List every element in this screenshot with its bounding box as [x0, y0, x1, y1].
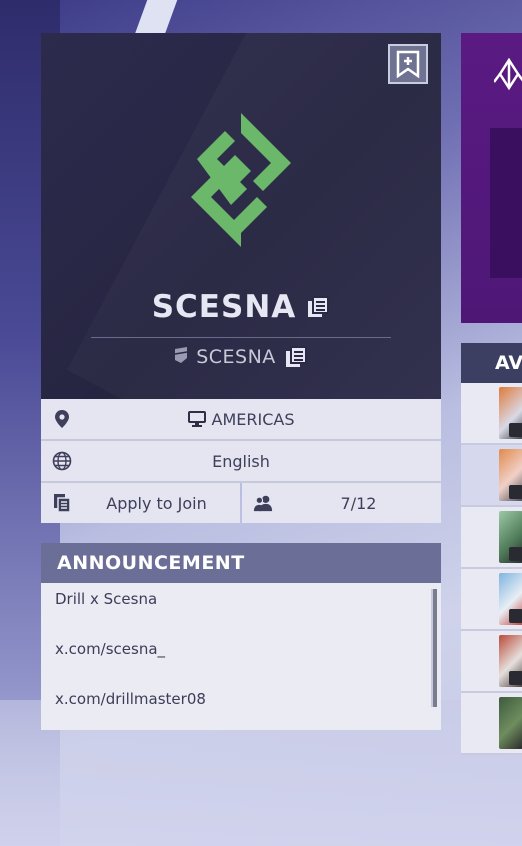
announcement-line: x.com/scesna_ [55, 640, 166, 658]
list-item[interactable] [461, 383, 522, 445]
level-badge [509, 547, 522, 561]
level-badge [509, 609, 522, 623]
player-avatar [499, 697, 522, 749]
level-badge [509, 671, 522, 685]
bookmark-add-button[interactable] [388, 44, 428, 84]
level-badge [509, 485, 522, 499]
members-count: 7/12 [242, 483, 441, 523]
region-row: AMERICAS [41, 399, 441, 441]
name-divider [91, 337, 391, 338]
list-item[interactable] [461, 569, 522, 631]
level-badge [509, 423, 522, 437]
list-item[interactable] [461, 507, 522, 569]
monitor-icon [187, 411, 206, 427]
side-banner [461, 33, 522, 323]
globe-icon [52, 451, 72, 471]
region-value: AMERICAS [211, 409, 295, 429]
announcement-scrollbar[interactable] [431, 589, 437, 707]
clan-name: SCESNA [151, 289, 297, 325]
join-members-row: Apply to Join 7/12 [41, 483, 441, 523]
clan-card: SCESNA SCESNA [41, 33, 441, 399]
available-header: AVA [461, 343, 522, 383]
valorant-logo-icon [494, 58, 522, 91]
clan-logo [191, 113, 291, 247]
list-item[interactable] [461, 631, 522, 693]
available-title: AVA [495, 352, 522, 374]
copy-tag-icon[interactable] [284, 345, 308, 369]
document-icon [54, 494, 71, 513]
bookmark-plus-icon [396, 50, 420, 78]
available-list [461, 383, 522, 755]
tag-shield-icon [174, 346, 188, 368]
language-value: English [212, 451, 270, 471]
members-icon [253, 495, 273, 512]
language-row: English [41, 441, 441, 483]
announcement-body[interactable]: Drill x Scesna x.com/scesna_ x.com/drill… [41, 583, 441, 730]
apply-to-join-button[interactable]: Apply to Join [41, 483, 240, 523]
announcement-header: ANNOUNCEMENT [41, 543, 441, 583]
copy-name-icon[interactable] [306, 295, 330, 319]
announcement-line: x.com/drillmaster08 [55, 690, 206, 708]
location-pin-icon [55, 410, 69, 428]
side-banner-inner [490, 128, 522, 278]
announcement-title: ANNOUNCEMENT [57, 552, 245, 574]
list-item[interactable] [461, 693, 522, 755]
clan-tag: SCESNA [196, 346, 276, 368]
announcement-line: Drill x Scesna [55, 590, 158, 608]
list-item[interactable] [461, 445, 522, 507]
